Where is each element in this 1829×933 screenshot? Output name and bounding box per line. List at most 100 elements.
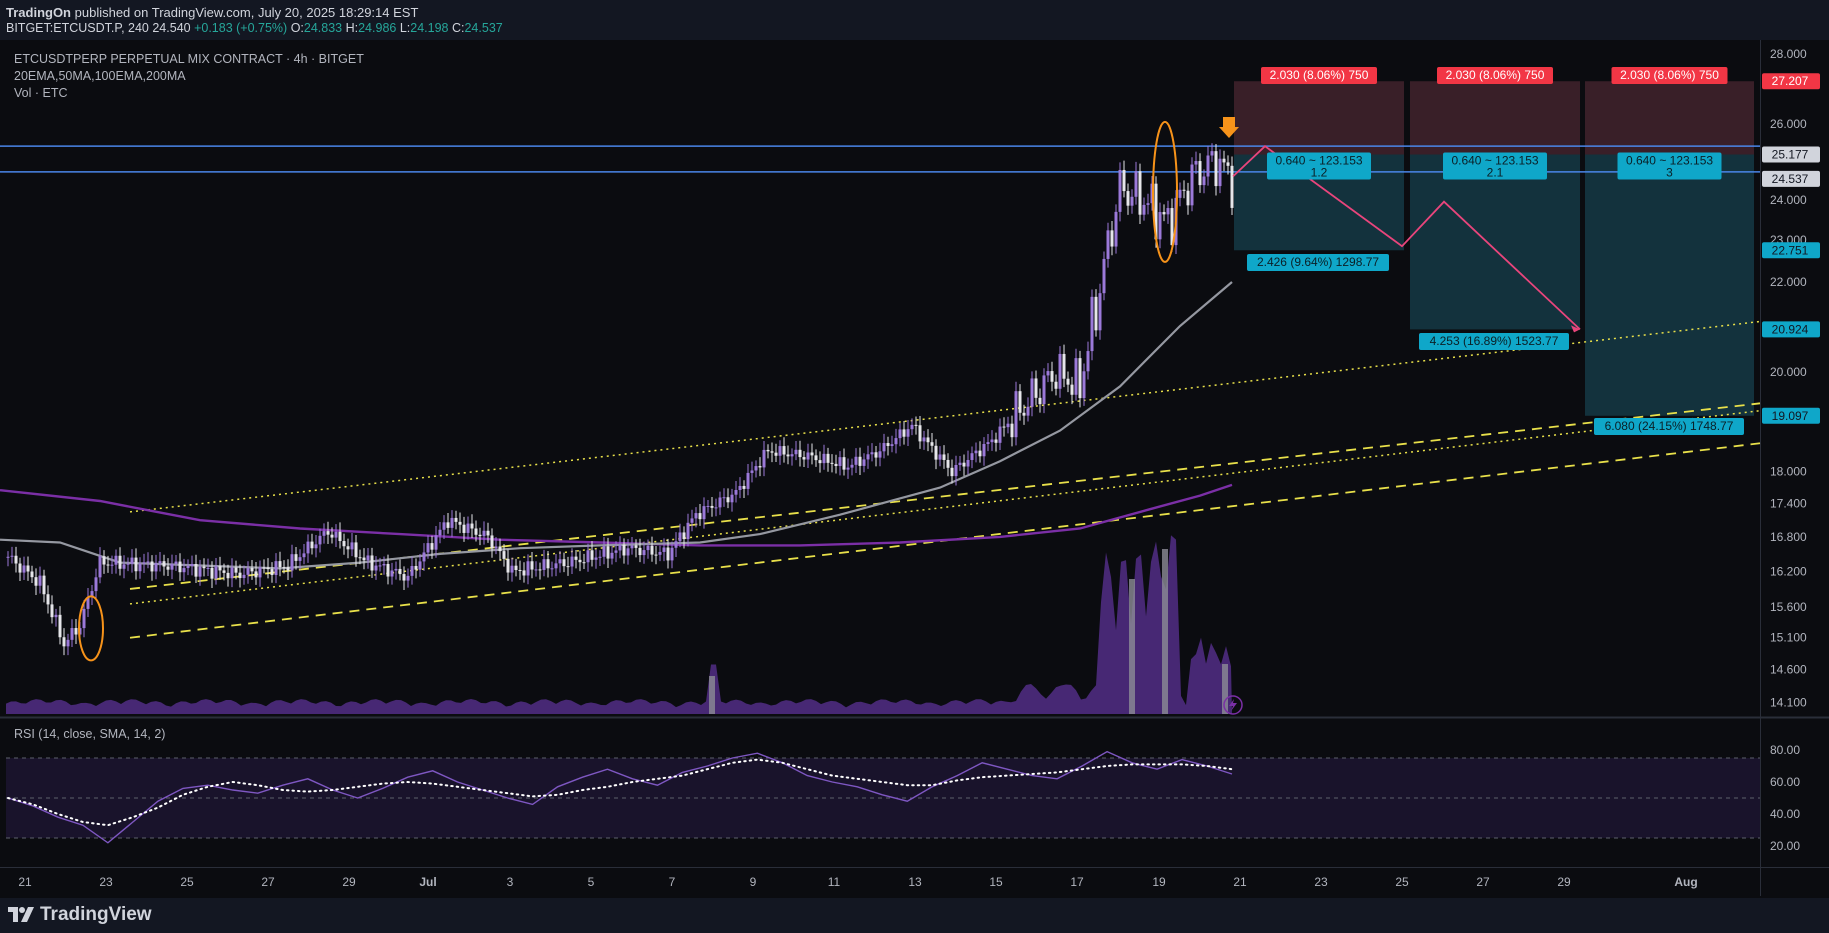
candle-body <box>542 559 546 570</box>
candle-body <box>690 518 694 523</box>
rsi-tick-label: 80.00 <box>1770 743 1800 757</box>
candle-body <box>678 532 682 542</box>
candle-body <box>798 449 802 458</box>
candle-body <box>1230 165 1234 208</box>
candle-body <box>438 529 442 536</box>
candle-body <box>806 452 810 460</box>
candle-body <box>166 566 170 570</box>
volume-peak <box>1129 579 1135 714</box>
candle-body <box>470 523 474 529</box>
candle-body <box>118 555 122 569</box>
candle-body <box>1078 358 1082 399</box>
candle-body <box>74 628 78 635</box>
candle-body <box>298 557 302 561</box>
time-tick-label: 25 <box>1395 875 1409 889</box>
tradingview-logo-icon <box>8 907 34 922</box>
candle-body <box>134 557 138 572</box>
candle-body <box>1138 171 1142 215</box>
chart-title[interactable]: ETCUSDTPERP PERPETUAL MIX CONTRACT · 4h … <box>14 51 364 68</box>
tradingview-logo[interactable]: TradingView <box>8 904 152 926</box>
volume-label[interactable]: Vol · ETC <box>14 85 364 102</box>
time-tick-label: 5 <box>588 875 595 889</box>
candle-body <box>650 545 654 555</box>
candle-body <box>206 567 210 569</box>
candle-body <box>534 569 538 571</box>
indicator-list[interactable]: 20EMA,50MA,100EMA,200MA <box>14 68 364 85</box>
price-chart[interactable]: 2.030 (8.06%) 750 0.640 ~ 123.1531.2 2.030… <box>0 0 1829 933</box>
candle-body <box>222 570 226 573</box>
candle-body <box>214 566 218 579</box>
volume-peak <box>1222 664 1228 714</box>
candle-body <box>930 442 934 446</box>
candle-body <box>634 545 638 548</box>
candle-body <box>738 485 742 491</box>
candle-body <box>18 563 22 573</box>
candle-body <box>1018 391 1022 413</box>
logo-text: TradingView <box>40 904 152 925</box>
time-tick-label: 25 <box>180 875 194 889</box>
candle-body <box>162 561 166 567</box>
candle-body <box>1026 406 1030 416</box>
candle-body <box>130 557 134 564</box>
entry-label-text: 1.2 <box>1311 166 1328 180</box>
candle-body <box>474 528 478 535</box>
entry-label: 0.640 ~ 123.1532.1 <box>1443 152 1547 180</box>
candle-body <box>782 446 786 455</box>
candle-body <box>50 604 54 618</box>
candle-body <box>498 546 502 552</box>
candle-body <box>718 497 722 508</box>
price-marker-label: 19.097 <box>1772 409 1809 423</box>
candle-body <box>310 541 314 549</box>
target-label-text: 4.253 (16.89%) 1523.77 <box>1430 334 1559 348</box>
candle-body <box>1198 161 1202 186</box>
rsi-legend[interactable]: RSI (14, close, SMA, 14, 2) <box>14 727 165 741</box>
candle-body <box>602 546 606 557</box>
candle-body <box>346 546 350 550</box>
candle-body <box>910 424 914 430</box>
price-tick-label: 15.100 <box>1770 631 1807 645</box>
candle-body <box>1082 371 1086 399</box>
candle-body <box>102 556 106 565</box>
candle-body <box>1098 293 1102 331</box>
candle-body <box>1054 381 1058 389</box>
candle-body <box>426 543 430 553</box>
candle-body <box>698 513 702 520</box>
candle-body <box>1142 204 1146 215</box>
candle-body <box>1226 162 1230 166</box>
candle-body <box>1202 176 1206 186</box>
candle-body <box>314 544 318 549</box>
time-tick-label: 9 <box>750 875 757 889</box>
candle-body <box>1114 211 1118 247</box>
candle-body <box>1214 151 1218 187</box>
candle-body <box>1062 353 1066 379</box>
candle-body <box>326 531 330 535</box>
candle-body <box>834 463 838 467</box>
candle-body <box>138 563 142 572</box>
candle-body <box>238 572 242 579</box>
candle-body <box>958 462 962 466</box>
candle-body <box>686 522 690 540</box>
candle-body <box>826 453 830 463</box>
candle-body <box>354 542 358 558</box>
volume-peak <box>1162 549 1168 714</box>
candle-body <box>170 563 174 570</box>
candle-body <box>146 561 150 563</box>
candle-body <box>490 535 494 549</box>
price-tick-label: 16.800 <box>1770 530 1807 544</box>
candle-body <box>670 547 674 561</box>
candle-body <box>1122 169 1126 192</box>
stop-label-text: 2.030 (8.06%) 750 <box>1270 68 1369 82</box>
price-tick-label: 16.200 <box>1770 564 1807 578</box>
price-tick-label: 18.000 <box>1770 465 1807 479</box>
time-tick-label: 11 <box>828 875 841 889</box>
candle-body <box>714 507 718 509</box>
candle-body <box>30 571 34 578</box>
candle-body <box>846 467 850 470</box>
time-tick-label: 23 <box>1314 875 1328 889</box>
price-tick-label: 24.000 <box>1770 193 1807 207</box>
candle-body <box>866 454 870 460</box>
price-tick-label: 28.000 <box>1770 47 1807 61</box>
time-tick-label: 13 <box>908 875 922 889</box>
candle-body <box>234 567 238 573</box>
candle-body <box>642 550 646 556</box>
